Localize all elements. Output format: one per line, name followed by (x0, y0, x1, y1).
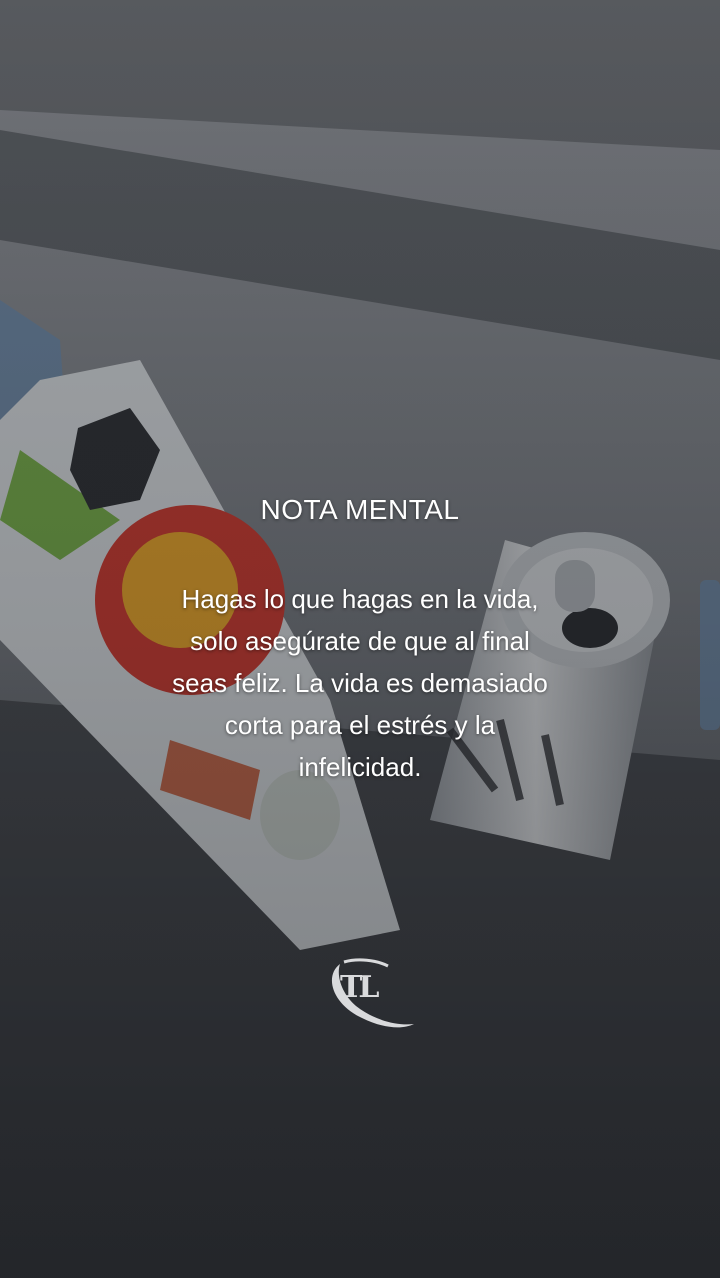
brand-logo: TL (322, 952, 418, 1034)
note-title: NOTA MENTAL (260, 494, 460, 525)
logo-letters: TL (340, 970, 379, 1005)
note-quote: Hagas lo que hagas en la vida, solo aseg… (172, 584, 548, 782)
